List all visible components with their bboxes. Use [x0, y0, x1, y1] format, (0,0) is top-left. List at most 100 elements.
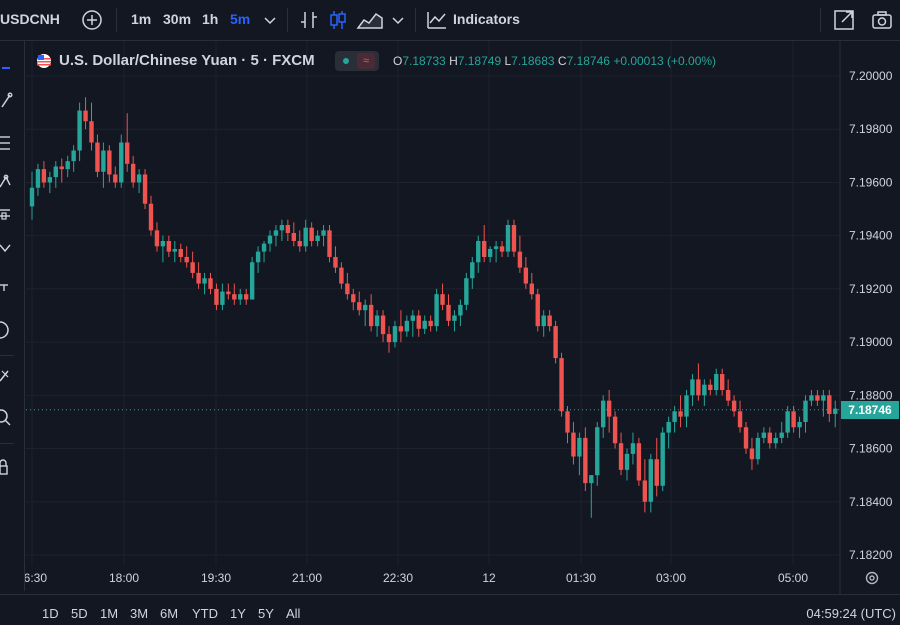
candle — [821, 390, 826, 417]
candle-body — [749, 448, 755, 460]
candle-body — [791, 411, 796, 428]
candle-body — [571, 432, 576, 457]
chevron-down-icon[interactable] — [386, 8, 410, 32]
price-tick-label: 7.18400 — [849, 495, 893, 509]
low-value: 7.18683 — [511, 54, 555, 68]
candle — [648, 453, 653, 513]
price-chart[interactable]: 7.20000 7.19800 7.19600 7.19400 7.19200 7.190… — [0, 0, 900, 624]
candle-body — [113, 174, 118, 183]
candle-body — [29, 187, 35, 207]
interval-1h-button[interactable]: 1h — [202, 11, 218, 27]
candle-body — [624, 453, 630, 470]
candle-body — [702, 384, 707, 396]
candle — [565, 405, 570, 444]
candle — [398, 310, 404, 343]
candle-body — [648, 459, 653, 502]
interval-30m-button[interactable]: 30m — [163, 11, 191, 27]
legend-symbol-title[interactable]: U.S. Dollar/Chinese Yuan · 5 · FXCM — [59, 52, 315, 69]
candle — [136, 169, 142, 194]
candle — [672, 405, 677, 433]
brush-icon[interactable] — [0, 237, 22, 259]
fullscreen-icon[interactable] — [832, 8, 856, 32]
candle — [720, 368, 725, 396]
candle-body — [374, 315, 380, 327]
candle — [684, 390, 689, 428]
range-1m-button[interactable]: 1M — [100, 606, 118, 621]
candle — [809, 390, 814, 406]
candle-body — [208, 278, 213, 289]
candle — [678, 395, 683, 428]
range-ytd-button[interactable]: YTD — [192, 606, 218, 621]
chevron-down-icon[interactable] — [258, 8, 282, 32]
candle — [553, 320, 558, 364]
candle — [523, 256, 529, 289]
range-5y-button[interactable]: 5Y — [258, 606, 274, 621]
candle — [244, 288, 249, 305]
candle — [101, 142, 106, 188]
range-5d-button[interactable]: 5D — [71, 606, 88, 621]
candles-chart-type-icon[interactable] — [326, 8, 350, 32]
indicators-icon[interactable] — [425, 8, 449, 32]
crosshair-icon[interactable] — [2, 67, 10, 69]
range-1d-button[interactable]: 1D — [42, 606, 59, 621]
candle-body — [196, 272, 201, 284]
candle-body — [101, 150, 106, 172]
candle-body — [142, 174, 148, 204]
candle — [470, 256, 475, 289]
candles — [29, 97, 838, 518]
open-value: 7.18733 — [402, 54, 446, 68]
candle — [202, 272, 207, 295]
utc-clock[interactable]: 04:59:24 (UTC) — [806, 606, 896, 621]
candle — [386, 326, 392, 353]
toolbar-divider — [116, 8, 117, 32]
wave-icon: ≈ — [357, 53, 375, 69]
gear-icon[interactable] — [864, 570, 880, 586]
candle-body — [708, 384, 713, 391]
candle-body — [422, 320, 427, 329]
candle-body — [636, 443, 642, 481]
zoom-in-icon[interactable] — [0, 407, 22, 429]
text-tool-icon[interactable] — [0, 279, 22, 301]
range-1y-button[interactable]: 1Y — [230, 606, 246, 621]
candle-body — [309, 227, 314, 241]
price-axis[interactable]: 7.20000 7.19800 7.19600 7.19400 7.19200 7.190… — [849, 69, 893, 562]
candle — [517, 235, 523, 273]
candle — [47, 171, 53, 194]
ruler-icon[interactable] — [0, 365, 22, 387]
candle-body — [428, 320, 433, 327]
candle-body — [291, 233, 296, 241]
candle — [541, 310, 546, 337]
candle-body — [672, 411, 677, 422]
symbol-search-button[interactable]: USDCNH — [0, 11, 60, 27]
candle-body — [821, 395, 826, 401]
range-all-button[interactable]: All — [286, 606, 300, 621]
area-chart-type-icon[interactable] — [356, 8, 384, 32]
candle-body — [285, 225, 291, 234]
candle — [172, 240, 177, 263]
trend-line-icon[interactable] — [0, 89, 22, 111]
candle — [702, 379, 707, 406]
candle-body — [220, 291, 225, 305]
compare-add-icon[interactable] — [80, 8, 104, 32]
candle — [499, 240, 505, 257]
interval-5m-button[interactable]: 5m — [230, 11, 250, 27]
fib-retracement-icon[interactable] — [0, 133, 22, 155]
candle-body — [53, 166, 58, 178]
candle — [630, 432, 636, 465]
range-3m-button[interactable]: 3M — [130, 606, 148, 621]
market-status-badge[interactable]: ≈ — [335, 51, 379, 71]
bar-chart-type-icon[interactable] — [297, 8, 321, 32]
candle-body — [577, 437, 582, 457]
emoji-icon[interactable] — [0, 319, 22, 341]
candle — [773, 432, 778, 449]
forecast-tool-icon[interactable] — [0, 205, 22, 227]
pattern-tool-icon[interactable] — [0, 171, 22, 193]
candle — [755, 432, 761, 465]
candle — [327, 225, 332, 263]
range-6m-button[interactable]: 6M — [160, 606, 178, 621]
lock-icon[interactable] — [0, 457, 22, 479]
camera-icon[interactable] — [870, 8, 894, 32]
interval-1m-button[interactable]: 1m — [131, 11, 151, 27]
indicators-button[interactable]: Indicators — [453, 11, 520, 27]
time-axis[interactable]: 16:30 18:00 19:30 21:00 22:30 12 01:30 03:00 05:… — [17, 571, 808, 585]
